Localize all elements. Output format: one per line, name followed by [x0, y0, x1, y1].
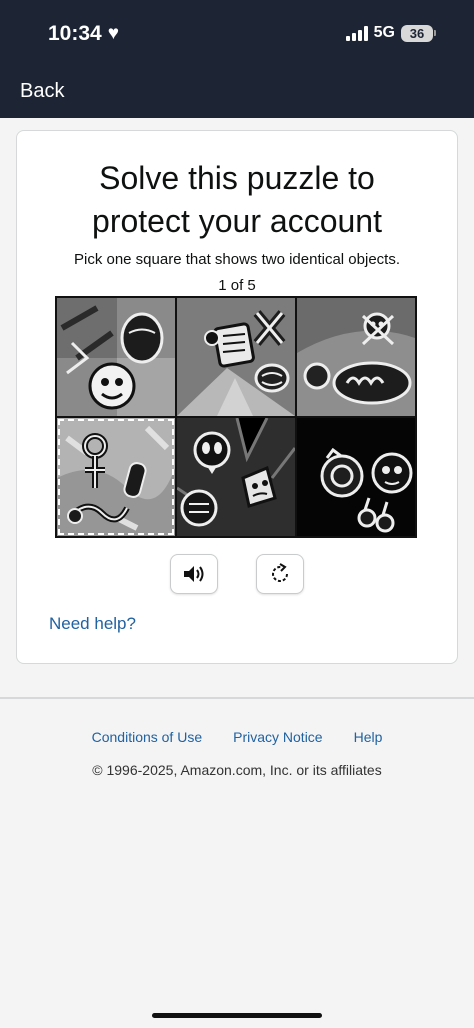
clock-text: 10:34	[48, 22, 102, 45]
puzzle-instruction: Pick one square that shows two identical…	[73, 251, 400, 268]
tile-image-6	[297, 418, 415, 536]
app-header: 10:34 ♥ 5G 36 Back	[0, 0, 474, 118]
puzzle-controls	[17, 554, 457, 594]
puzzle-progress: 1 of 5	[218, 277, 256, 294]
puzzle-tile-2[interactable]	[177, 298, 295, 416]
audio-button[interactable]	[170, 554, 218, 594]
heart-icon: ♥	[107, 23, 119, 44]
puzzle-grid	[55, 296, 417, 538]
footer-divider	[0, 697, 474, 699]
puzzle-tile-3[interactable]	[297, 298, 415, 416]
tile-image-3	[297, 298, 415, 416]
reload-icon	[272, 563, 288, 582]
tile-image-5	[177, 418, 295, 536]
title-line-2: protect your account	[92, 203, 382, 239]
reload-button[interactable]	[256, 554, 304, 594]
battery-level: 36	[401, 24, 433, 42]
conditions-of-use-link[interactable]: Conditions of Use	[92, 729, 203, 745]
tile-image-4	[57, 418, 175, 536]
privacy-notice-link[interactable]: Privacy Notice	[233, 729, 322, 745]
puzzle-tile-4[interactable]	[57, 418, 175, 536]
copyright-text: © 1996-2025, Amazon.com, Inc. or its aff…	[92, 762, 382, 778]
title-line-1: Solve this puzzle to	[99, 160, 375, 196]
need-help-link[interactable]: Need help?	[49, 614, 136, 634]
home-indicator[interactable]	[152, 1013, 322, 1018]
puzzle-tile-5[interactable]	[177, 418, 295, 536]
puzzle-card: Solve this puzzle to protect your accoun…	[16, 130, 458, 664]
tile-image-1	[57, 298, 175, 416]
signal-icon	[345, 25, 368, 41]
help-link[interactable]: Help	[354, 729, 383, 745]
puzzle-tile-6[interactable]	[297, 418, 415, 536]
page-title: Solve this puzzle to protect your accoun…	[17, 157, 457, 243]
status-time: 10:34 ♥	[48, 22, 119, 46]
footer-links: Conditions of Use Privacy Notice Help	[0, 729, 474, 745]
battery-icon: 36	[401, 24, 436, 42]
tile-image-2	[177, 298, 295, 416]
network-type: 5G	[373, 24, 395, 41]
status-indicators: 5G 36	[345, 24, 436, 42]
speaker-icon	[184, 566, 204, 582]
back-button[interactable]: Back	[20, 80, 64, 103]
puzzle-tile-1[interactable]	[57, 298, 175, 416]
